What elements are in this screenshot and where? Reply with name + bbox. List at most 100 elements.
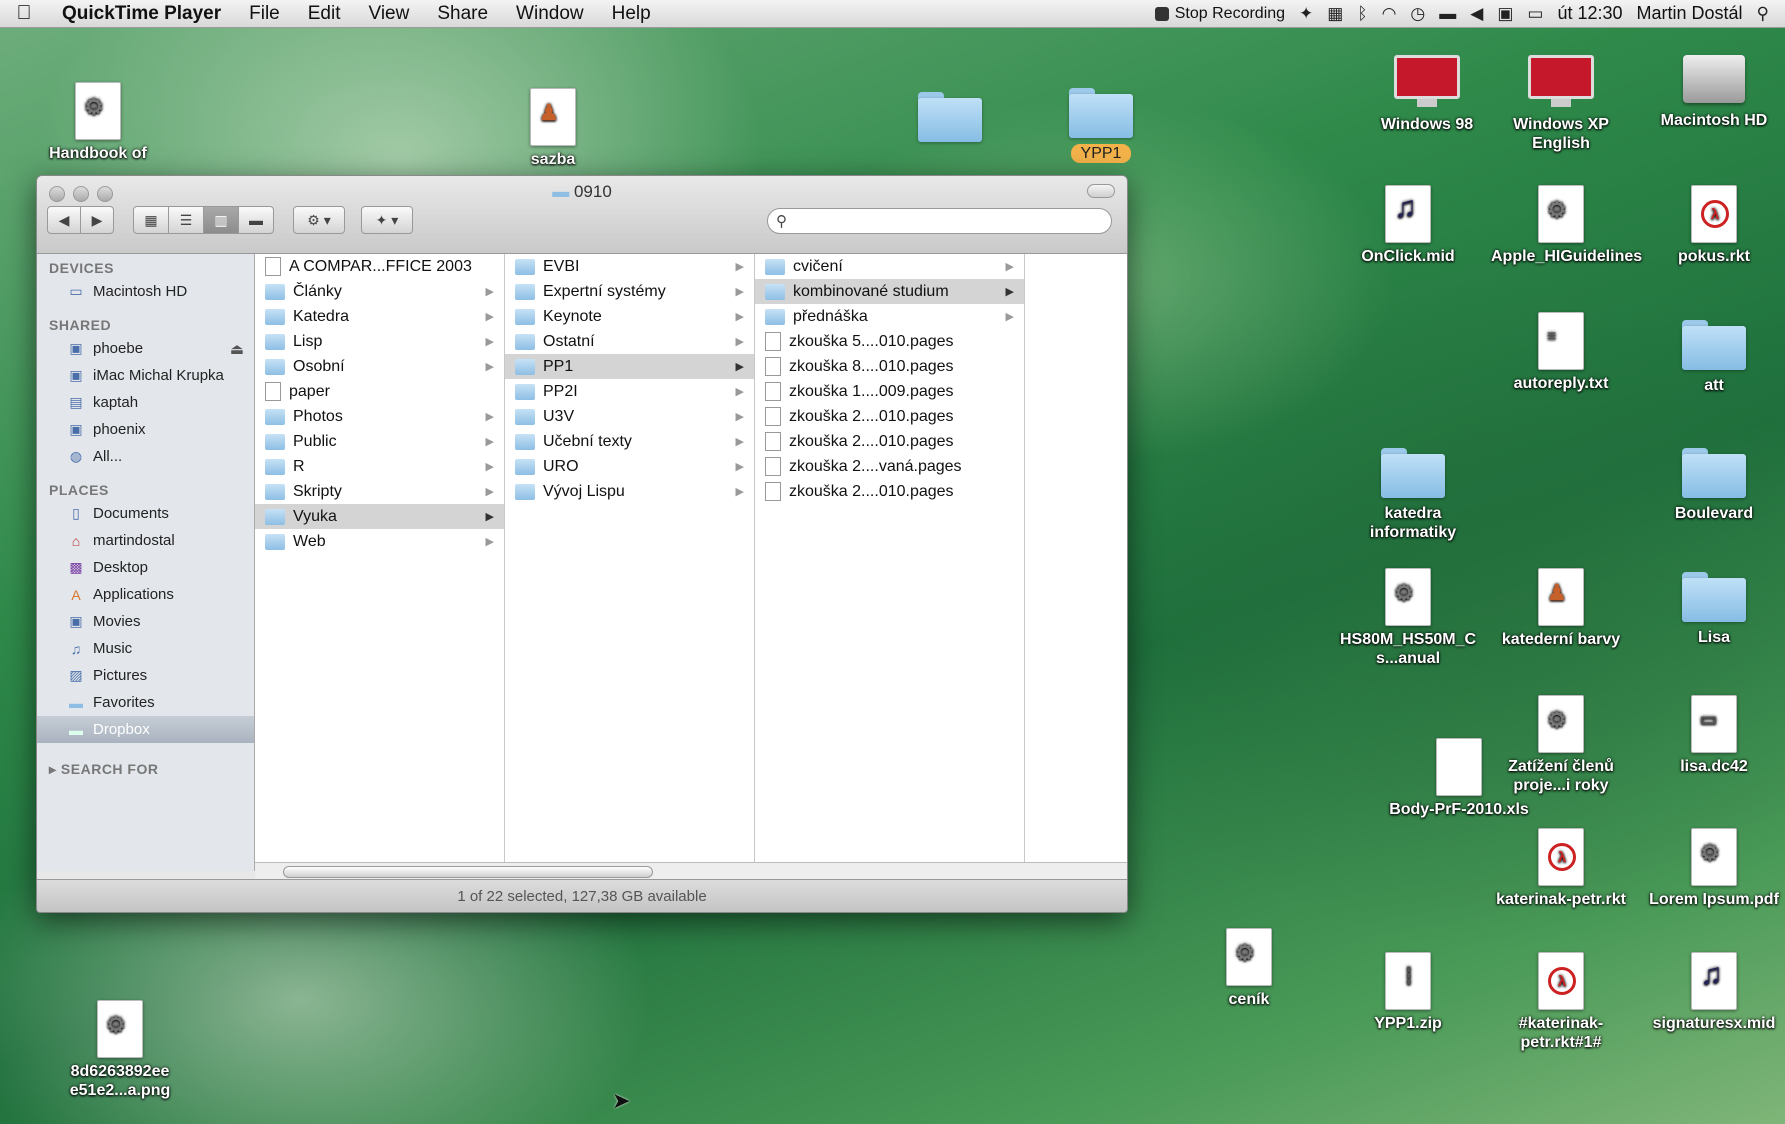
sidebar-item-documents[interactable]: ▯ Documents [37, 500, 254, 527]
list-item[interactable]: Skripty ▶ [255, 479, 504, 504]
list-item[interactable]: Učební texty ▶ [505, 429, 754, 454]
list-item[interactable]: cvičení ▶ [755, 254, 1024, 279]
desktop-icon-katedra[interactable]: katedra informatiky [1343, 448, 1483, 542]
desktop-icon-sazba[interactable]: ♟ sazba [483, 88, 623, 169]
list-item[interactable]: PP2I ▶ [505, 379, 754, 404]
list-item[interactable]: R ▶ [255, 454, 504, 479]
apple-menu-icon[interactable]:  [0, 2, 48, 25]
list-item-selected[interactable]: Vyuka ▶ [255, 504, 504, 529]
desktop-icon-att[interactable]: att [1644, 320, 1784, 395]
desktop-icon-apple-hig[interactable]: ⚙ Apple_HIGuidelines [1491, 185, 1642, 266]
sidebar-item-imac[interactable]: ▣ iMac Michal Krupka [37, 362, 254, 389]
menu-window[interactable]: Window [502, 3, 598, 25]
list-item-selected[interactable]: kombinované studium ▶ [755, 279, 1024, 304]
desktop-icon-boulevard[interactable]: Boulevard [1644, 448, 1784, 523]
list-item[interactable]: zkouška 5....010.pages [755, 329, 1024, 354]
desktop-icon-ypp1[interactable]: YPP1 [1031, 88, 1171, 163]
list-item[interactable]: zkouška 2....010.pages [755, 429, 1024, 454]
desktop-icon-handbook[interactable]: ⚙ Handbook of [28, 82, 168, 163]
eject-icon[interactable]: ⏏ [230, 340, 244, 358]
menu-edit[interactable]: Edit [294, 3, 355, 25]
list-item[interactable]: Public ▶ [255, 429, 504, 454]
desktop-icon-lisa[interactable]: Lisa [1644, 572, 1784, 647]
desktop-icon-windows98[interactable]: Windows 98 [1357, 55, 1497, 134]
icon-view-button[interactable]: ▦ [133, 206, 169, 234]
forward-button[interactable]: ▶ [80, 206, 114, 234]
menu-file[interactable]: File [235, 3, 294, 25]
column-view-button[interactable]: ▥ [203, 206, 239, 234]
list-item[interactable]: Ostatní ▶ [505, 329, 754, 354]
menu-view[interactable]: View [355, 3, 424, 25]
list-item[interactable]: Vývoj Lispu ▶ [505, 479, 754, 504]
desktop-icon-katerinak[interactable]: λ katerinak-petr.rkt [1491, 828, 1631, 909]
desktop-icon-hs80m[interactable]: ⚙ HS80M_HS50M_C s...anual [1338, 568, 1478, 668]
menu-user[interactable]: Martin Dostál [1637, 3, 1743, 24]
sidebar-item-phoenix[interactable]: ▣ phoenix [37, 416, 254, 443]
desktop-icon-signatures[interactable]: ♫ signaturesx.mid [1644, 952, 1784, 1033]
wifi-icon[interactable]: ◠ [1382, 4, 1397, 24]
sidebar-item-applications[interactable]: A Applications [37, 581, 254, 608]
list-view-button[interactable]: ☰ [168, 206, 204, 234]
dropbox-menu-button[interactable]: ✦ ▾ [361, 206, 413, 234]
sidebar-item-movies[interactable]: ▣ Movies [37, 608, 254, 635]
list-item[interactable]: Lisp ▶ [255, 329, 504, 354]
list-item-selected[interactable]: PP1 ▶ [505, 354, 754, 379]
sidebar-item-desktop[interactable]: ▩ Desktop [37, 554, 254, 581]
list-item[interactable]: A COMPAR...FFICE 2003 [255, 254, 504, 279]
desktop-icon-autoreply[interactable]: ≡ autoreply.txt [1491, 312, 1631, 393]
list-item[interactable]: Expertní systémy ▶ [505, 279, 754, 304]
spotlight-icon[interactable]: ⚲ [1757, 4, 1769, 24]
menu-help[interactable]: Help [598, 3, 665, 25]
list-item[interactable]: paper [255, 379, 504, 404]
desktop-icon-windowsxp[interactable]: Windows XP English [1491, 55, 1631, 153]
sidebar-header-devices[interactable]: DEVICES [37, 254, 254, 278]
desktop-icon-lorem[interactable]: ⚙ Lorem Ipsum.pdf [1644, 828, 1784, 909]
desktop-icon-katederni[interactable]: ♟ katederní barvy [1491, 568, 1631, 649]
volume-icon[interactable]: ◀ [1470, 4, 1483, 24]
menu-app-name[interactable]: QuickTime Player [48, 3, 235, 25]
desktop-icon-ypp1-zip[interactable]: ┇ YPP1.zip [1338, 952, 1478, 1033]
search-field[interactable]: ⚲ [767, 208, 1112, 234]
list-item[interactable]: přednáška ▶ [755, 304, 1024, 329]
list-item[interactable]: URO ▶ [505, 454, 754, 479]
sidebar-item-music[interactable]: ♫ Music [37, 635, 254, 662]
list-item[interactable]: Photos ▶ [255, 404, 504, 429]
back-button[interactable]: ◀ [47, 206, 81, 234]
menu-share[interactable]: Share [423, 3, 502, 25]
search-input[interactable] [793, 213, 1093, 229]
desktop-icon-folder[interactable] [880, 92, 1020, 148]
sidebar-item-dropbox[interactable]: ▬ Dropbox [37, 716, 254, 743]
sidebar-header-shared[interactable]: SHARED [37, 311, 254, 335]
dropbox-status-icon[interactable]: ✦ [1299, 4, 1313, 24]
list-item[interactable]: Keynote ▶ [505, 304, 754, 329]
desktop-icon-onclick[interactable]: ♫ OnClick.mid [1338, 185, 1478, 266]
input-menu-icon[interactable]: ▣ [1497, 4, 1513, 24]
list-item[interactable]: zkouška 8....010.pages [755, 354, 1024, 379]
sidebar-item-kaptah[interactable]: ▤ kaptah [37, 389, 254, 416]
time-machine-icon[interactable]: ◷ [1410, 4, 1425, 24]
toolbar-toggle-button[interactable] [1087, 184, 1115, 198]
list-item[interactable]: Články ▶ [255, 279, 504, 304]
battery-icon[interactable]: ▭ [1527, 4, 1543, 24]
list-item[interactable]: U3V ▶ [505, 404, 754, 429]
sidebar-item-macintosh-hd[interactable]: ▭ Macintosh HD [37, 278, 254, 305]
keyboard-icon[interactable]: ▦ [1327, 4, 1343, 24]
horizontal-scrollbar[interactable] [255, 862, 1127, 880]
menu-clock[interactable]: út 12:30 [1557, 3, 1622, 24]
list-item[interactable]: Web ▶ [255, 529, 504, 554]
sidebar-item-home[interactable]: ⌂ martindostal [37, 527, 254, 554]
desktop-icon-lisadc42[interactable]: ▭ lisa.dc42 [1644, 695, 1784, 776]
desktop-icon-pokus[interactable]: λ pokus.rkt [1644, 185, 1784, 266]
scrollbar-thumb[interactable] [283, 866, 653, 878]
sidebar-header-search-for[interactable]: ▸ SEARCH FOR [37, 755, 254, 780]
list-item[interactable]: Katedra ▶ [255, 304, 504, 329]
sidebar-item-all[interactable]: ◍ All... [37, 443, 254, 470]
desktop-icon-body-xls[interactable]: Body-PrF-2010.xls [1389, 738, 1529, 819]
list-item[interactable]: Osobní ▶ [255, 354, 504, 379]
list-item[interactable]: zkouška 2....vaná.pages [755, 454, 1024, 479]
display-icon[interactable]: ▬ [1439, 4, 1456, 24]
desktop-icon-macintosh-hd[interactable]: Macintosh HD [1644, 55, 1784, 130]
cover-flow-button[interactable]: ▬ [238, 206, 274, 234]
action-menu-button[interactable]: ⚙ ▾ [293, 206, 345, 234]
desktop-icon-katerinak2[interactable]: λ #katerinak-petr.rkt#1# [1491, 952, 1631, 1052]
